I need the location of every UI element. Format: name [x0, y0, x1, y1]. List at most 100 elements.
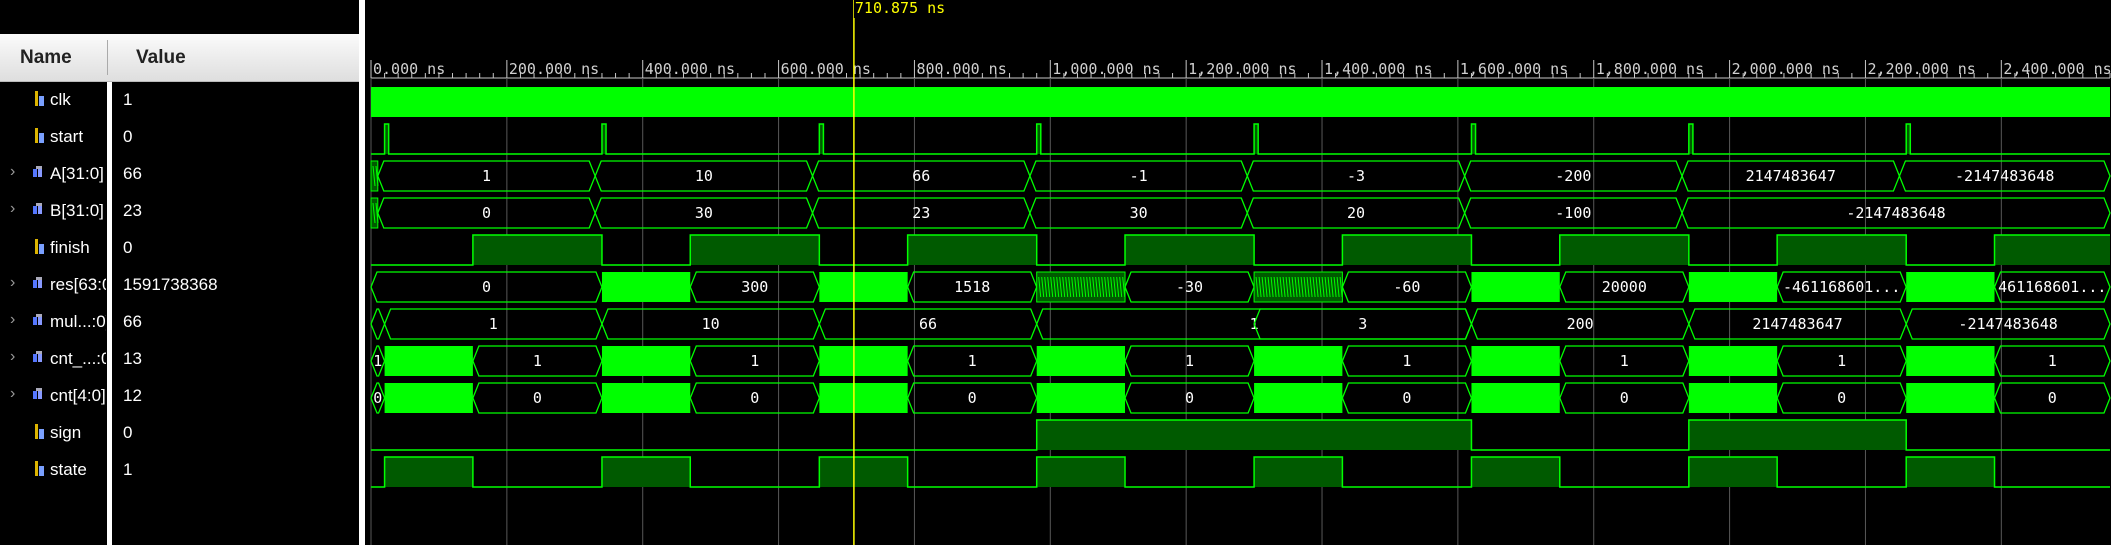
bit-signal-icon	[35, 239, 44, 254]
clock-fill	[371, 87, 2110, 117]
transition-fill	[1688, 272, 1778, 302]
bus-value-label: 0	[750, 389, 759, 407]
bit-signal-icon	[35, 424, 44, 439]
signal-value: 13	[123, 349, 142, 368]
bus-value-label: 10	[702, 315, 720, 333]
waveform-finish	[371, 234, 2110, 266]
signal-row-state[interactable]: state 1	[0, 451, 359, 488]
signal-name: res[63:0]	[50, 275, 106, 294]
waveform-mul: 1 10 66 1 3 200 2147483647 -2147483648	[370, 308, 2111, 340]
signal-name: clk	[50, 90, 71, 109]
transition-fill	[1471, 346, 1560, 376]
time-tick-label: 1,800.000 ns	[1596, 60, 1704, 78]
bus-value-label: -3	[1347, 167, 1365, 185]
time-tick-label: 800.000 ns	[916, 60, 1006, 78]
signal-row-sign[interactable]: sign 0	[0, 414, 359, 451]
bus-value-label: 1	[2048, 352, 2057, 370]
high-pulse	[1906, 457, 1995, 487]
signal-row-res[interactable]: › res[63:0] 1591738368	[0, 266, 359, 303]
signal-value: 1591738368	[123, 275, 218, 294]
transition-fill	[601, 272, 691, 302]
bus-value-label: -60	[1393, 278, 1420, 296]
waveform-cnt: 0 0 0 0 0 0 0 0 0	[370, 382, 2111, 414]
bus-value-label: 1	[968, 352, 977, 370]
transition-fill	[1036, 383, 1126, 413]
signal-row-mul[interactable]: › mul...:0] 66	[0, 303, 359, 340]
bus-value-label: 10	[695, 167, 713, 185]
bit-signal-icon	[35, 91, 44, 106]
bus-value-label: 0	[373, 389, 382, 407]
transition-fill	[1254, 383, 1343, 413]
expand-chevron-icon[interactable]: ›	[10, 385, 15, 403]
bus-value-label: 200	[1567, 315, 1594, 333]
bus-signal-icon	[33, 351, 42, 362]
bus-value-label: 1	[750, 352, 759, 370]
transition-fill	[384, 346, 473, 376]
transition-fill	[1688, 383, 1778, 413]
time-tick-label: 600.000 ns	[781, 60, 871, 78]
value-column-header[interactable]: Value	[136, 47, 186, 69]
high-pulse	[1688, 457, 1778, 487]
expand-chevron-icon[interactable]: ›	[10, 348, 15, 366]
expand-chevron-icon[interactable]: ›	[10, 163, 15, 181]
bus-value-label: 1	[533, 352, 542, 370]
time-tick-label: 2,000.000 ns	[1732, 60, 1840, 78]
expand-chevron-icon[interactable]: ›	[10, 274, 15, 292]
transition-fill	[601, 383, 691, 413]
signal-value: 0	[123, 238, 133, 257]
expand-chevron-icon[interactable]: ›	[10, 311, 15, 329]
signal-value: 12	[123, 386, 142, 405]
transition-fill	[601, 346, 691, 376]
bus-value-label: 1	[1837, 352, 1846, 370]
transition-fill	[1906, 346, 1995, 376]
signal-name: B[31:0]	[50, 201, 104, 220]
time-tick-label: 1,600.000 ns	[1460, 60, 1568, 78]
name-value-divider[interactable]	[107, 82, 112, 545]
transition-fill	[1906, 272, 1995, 302]
high-pulse	[1254, 457, 1343, 487]
time-tick-label: 1,200.000 ns	[1188, 60, 1296, 78]
bus-value-label: 66	[919, 315, 937, 333]
bit-signal-icon	[35, 461, 44, 476]
signal-row-cnt_[interactable]: › cnt_...:0] 13	[0, 340, 359, 377]
bus-value-label: 0	[1620, 389, 1629, 407]
bus-signal-icon	[33, 166, 42, 177]
bus-value-label: -2147483648	[1846, 204, 1945, 222]
high-pulse	[1777, 235, 1907, 265]
bus-signal-icon	[33, 388, 42, 399]
expand-chevron-icon[interactable]: ›	[10, 200, 15, 218]
bus-value-label: 0	[968, 389, 977, 407]
bus-value-label: 0	[1402, 389, 1411, 407]
waveform-clk	[371, 87, 2110, 117]
bus-value-label: 0	[482, 204, 491, 222]
high-pulse	[1342, 235, 1472, 265]
bus-value-label: 1	[489, 315, 498, 333]
signal-row-start[interactable]: start 0	[0, 118, 359, 155]
transition-fill	[1471, 272, 1560, 302]
column-separator[interactable]	[107, 40, 108, 75]
signal-row-clk[interactable]: clk 1	[0, 81, 359, 118]
signal-row-B[interactable]: › B[31:0] 23	[0, 192, 359, 229]
high-pulse	[907, 235, 1037, 265]
transition-fill	[819, 272, 908, 302]
transition-fill	[1688, 346, 1778, 376]
bus-signal-icon	[33, 277, 42, 288]
bus-signal-icon	[33, 203, 42, 214]
high-pulse	[1471, 457, 1560, 487]
time-tick-label: 400.000 ns	[645, 60, 735, 78]
high-pulse	[472, 235, 602, 265]
bus-value-label: 20	[1347, 204, 1365, 222]
high-pulse	[1559, 235, 1689, 265]
bus-value-label: 0	[482, 278, 491, 296]
bus-value-label: 300	[741, 278, 768, 296]
name-column-header[interactable]: Name	[20, 47, 72, 69]
signal-row-cnt[interactable]: › cnt[4:0] 12	[0, 377, 359, 414]
signal-value: 0	[123, 127, 133, 146]
signal-row-A[interactable]: › A[31:0] 66	[0, 155, 359, 192]
signal-value: 0	[123, 423, 133, 442]
signal-row-finish[interactable]: finish 0	[0, 229, 359, 266]
signal-value: 66	[123, 312, 142, 331]
signal-name: A[31:0]	[50, 164, 104, 183]
bus-value-label: 30	[695, 204, 713, 222]
waveform-canvas[interactable]: 0.000 ns 200.000 ns 400.000 ns 600.000 ns 80…	[365, 0, 2111, 545]
